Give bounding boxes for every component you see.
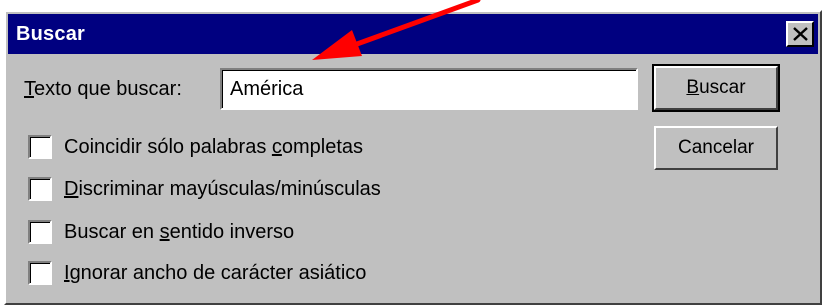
annotation-arrow-icon (312, 0, 481, 60)
